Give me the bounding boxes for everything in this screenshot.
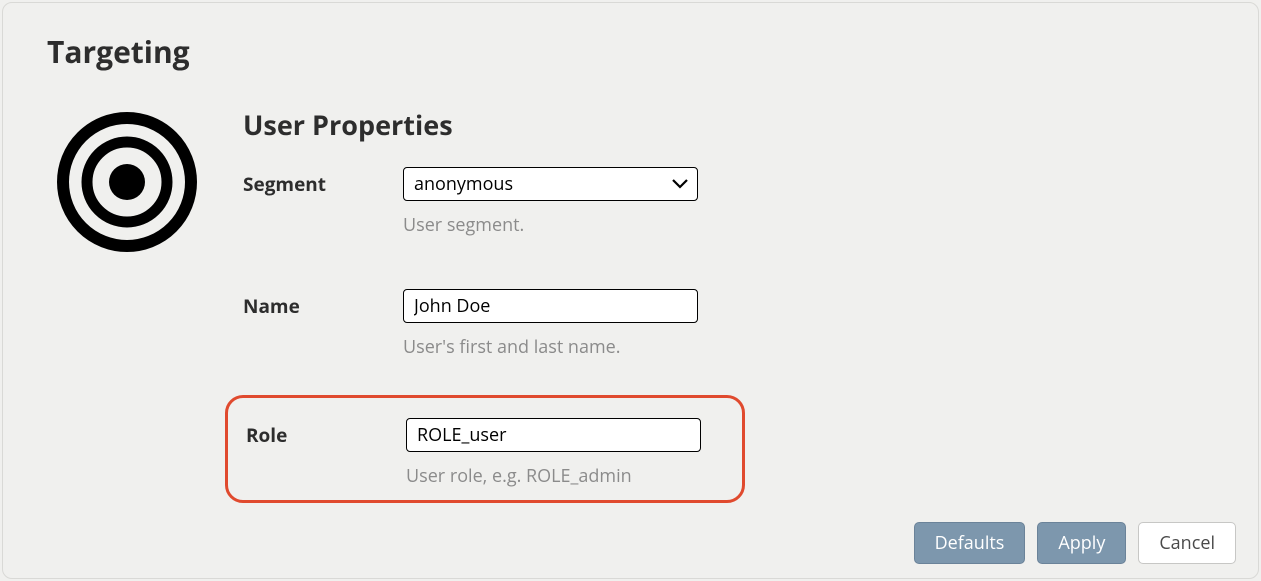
role-input[interactable]: [406, 418, 701, 452]
cancel-button[interactable]: Cancel: [1138, 522, 1236, 564]
content-row: User Properties Segment anonymous User s…: [47, 106, 1214, 503]
role-highlight-box: Role User role, e.g. ROLE_admin: [225, 395, 745, 503]
name-input[interactable]: [403, 289, 698, 323]
panel-title: Targeting: [47, 31, 1214, 72]
defaults-button[interactable]: Defaults: [914, 522, 1026, 564]
segment-label: Segment: [243, 167, 403, 197]
name-label: Name: [243, 289, 403, 319]
name-field: Name User's first and last name.: [243, 283, 1214, 365]
segment-help: User segment.: [403, 213, 698, 237]
target-icon: [57, 112, 197, 252]
segment-select[interactable]: anonymous: [403, 167, 698, 201]
segment-field: Segment anonymous User segment.: [243, 161, 1214, 243]
role-field: Role User role, e.g. ROLE_admin: [246, 418, 724, 488]
section-title: User Properties: [243, 106, 1214, 143]
role-help: User role, e.g. ROLE_admin: [406, 464, 701, 488]
segment-control: anonymous User segment.: [403, 167, 698, 237]
icon-column: [47, 106, 197, 252]
role-control: User role, e.g. ROLE_admin: [406, 418, 701, 488]
form-column: User Properties Segment anonymous User s…: [243, 106, 1214, 503]
targeting-panel: Targeting User Properties Segment anonym…: [2, 2, 1259, 579]
name-help: User's first and last name.: [403, 335, 698, 359]
segment-select-wrap: anonymous: [403, 167, 698, 201]
name-control: User's first and last name.: [403, 289, 698, 359]
role-label: Role: [246, 418, 406, 448]
apply-button[interactable]: Apply: [1037, 522, 1126, 564]
button-bar: Defaults Apply Cancel: [914, 522, 1236, 564]
